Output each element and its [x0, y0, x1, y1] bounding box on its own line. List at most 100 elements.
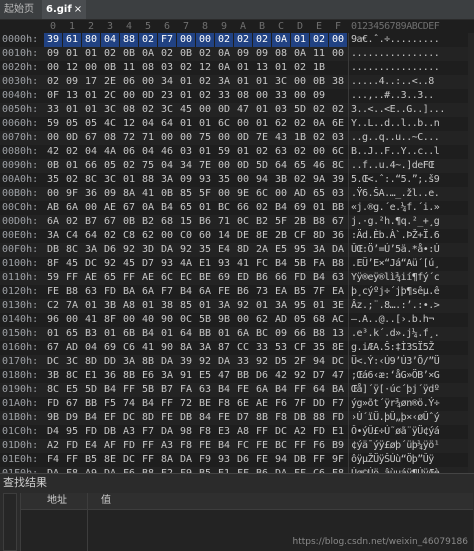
- ascii-text[interactable]: B..J..F..Y..c..l: [351, 145, 471, 159]
- hex-byte[interactable]: B8: [329, 257, 347, 271]
- hex-byte[interactable]: 04: [139, 145, 157, 159]
- hex-byte[interactable]: 09: [272, 327, 290, 341]
- hex-byte[interactable]: 01: [196, 117, 214, 131]
- hex-byte[interactable]: 41: [234, 257, 252, 271]
- hex-byte[interactable]: 3A: [215, 299, 233, 313]
- hex-byte[interactable]: AB: [44, 201, 62, 215]
- hex-byte[interactable]: 04: [101, 33, 119, 47]
- hex-byte[interactable]: 00: [234, 173, 252, 187]
- hex-byte[interactable]: 92: [177, 243, 195, 257]
- hex-byte[interactable]: C4: [63, 229, 81, 243]
- hex-byte[interactable]: 41: [139, 187, 157, 201]
- hex-byte[interactable]: 6C: [215, 117, 233, 131]
- hex-byte[interactable]: 69: [215, 271, 233, 285]
- hex-byte[interactable]: 69: [291, 201, 309, 215]
- ascii-text[interactable]: Ô•ýÛ£÷Ú˜øã¨ÿÜ¢ýá: [351, 425, 471, 439]
- hex-byte[interactable]: B2: [139, 215, 157, 229]
- hex-byte[interactable]: D4: [44, 425, 62, 439]
- hex-byte[interactable]: 73: [253, 285, 271, 299]
- hex-byte[interactable]: 90: [158, 341, 176, 355]
- hex-byte[interactable]: 96: [44, 313, 62, 327]
- hex-byte[interactable]: 67: [82, 131, 100, 145]
- hex-byte[interactable]: B5: [291, 285, 309, 299]
- hex-byte[interactable]: 11: [120, 61, 138, 75]
- hex-byte[interactable]: FC: [234, 439, 252, 453]
- hex-byte[interactable]: 8D: [82, 355, 100, 369]
- hex-byte[interactable]: 5B: [139, 383, 157, 397]
- hex-byte[interactable]: 00: [291, 75, 309, 89]
- ascii-text[interactable]: þ¸cýºj÷´jþ¶sêµ.ê: [351, 285, 471, 299]
- ascii-text[interactable]: ;Œá6‹æ:‘åG»ÖB’×G: [351, 369, 471, 383]
- hex-byte[interactable]: 2E: [101, 75, 119, 89]
- hex-byte[interactable]: 65: [177, 201, 195, 215]
- ascii-text[interactable]: ôÿµŽÜÿŠÚù“Öþ”Ûÿ: [351, 453, 471, 467]
- hex-byte[interactable]: 3A: [158, 369, 176, 383]
- hex-byte[interactable]: 64: [158, 117, 176, 131]
- hex-byte[interactable]: FF: [291, 439, 309, 453]
- hex-byte[interactable]: D7: [139, 257, 157, 271]
- hex-byte[interactable]: B4: [272, 257, 290, 271]
- hex-byte[interactable]: E5: [272, 243, 290, 257]
- hex-byte[interactable]: 66: [234, 201, 252, 215]
- hex-byte[interactable]: 04: [139, 117, 157, 131]
- hex-byte[interactable]: 02: [120, 159, 138, 173]
- hex-byte[interactable]: 7A: [63, 299, 81, 313]
- hex-byte[interactable]: E4: [82, 439, 100, 453]
- hex-byte[interactable]: 01: [177, 117, 195, 131]
- hex-byte[interactable]: B9: [329, 439, 347, 453]
- hex-byte[interactable]: E3: [215, 425, 233, 439]
- hex-byte[interactable]: F4: [44, 453, 62, 467]
- hex-byte[interactable]: E4: [215, 243, 233, 257]
- hex-byte[interactable]: 98: [177, 425, 195, 439]
- hex-byte[interactable]: 2F: [291, 355, 309, 369]
- hex-byte[interactable]: 13: [63, 89, 81, 103]
- hex-byte[interactable]: 65: [101, 271, 119, 285]
- ascii-text[interactable]: :Äd.Èb.À`.ÞŽ+Ï.6: [351, 229, 471, 243]
- hex-byte[interactable]: 00: [82, 201, 100, 215]
- hex-row[interactable]: 0130h: C2 7A 01 3B A8 01 38 85 01 3A 92 01 3A 95 01 3E Âz…: [0, 299, 474, 313]
- hex-byte[interactable]: 65: [310, 187, 328, 201]
- hex-byte[interactable]: 94: [310, 355, 328, 369]
- hex-byte[interactable]: 05: [63, 117, 81, 131]
- hex-byte[interactable]: B4: [310, 271, 328, 285]
- hex-byte[interactable]: 8C: [44, 383, 62, 397]
- hex-byte[interactable]: 67: [329, 215, 347, 229]
- hex-byte[interactable]: 72: [177, 397, 195, 411]
- hex-byte[interactable]: 61: [63, 33, 81, 47]
- hex-byte[interactable]: 01: [253, 299, 271, 313]
- hex-byte[interactable]: 7F: [310, 285, 328, 299]
- hex-byte[interactable]: 00: [158, 229, 176, 243]
- hex-byte[interactable]: 01: [63, 103, 81, 117]
- hex-byte[interactable]: B4: [139, 397, 157, 411]
- hex-byte[interactable]: 3A: [215, 75, 233, 89]
- hex-byte[interactable]: 0B: [177, 47, 195, 61]
- ascii-text[interactable]: Yÿ®eÿ®lì¾ií¶fý´c: [351, 271, 471, 285]
- hex-byte[interactable]: 6A: [44, 215, 62, 229]
- ascii-text[interactable]: –.A..@..[›.b­.h¬: [351, 313, 471, 327]
- hex-byte[interactable]: 0C: [177, 313, 195, 327]
- hex-byte[interactable]: 01: [196, 201, 214, 215]
- hex-byte[interactable]: B2: [253, 215, 271, 229]
- hex-byte[interactable]: 01: [158, 327, 176, 341]
- hex-byte[interactable]: 01: [272, 61, 290, 75]
- hex-byte[interactable]: 92: [120, 243, 138, 257]
- hex-byte[interactable]: DA: [158, 243, 176, 257]
- hex-byte[interactable]: 03: [329, 131, 347, 145]
- hex-row[interactable]: 01E0h: F4 FF B5 8E DC FF 8A DA F9 93 D6 FE 94 DB FF 9F ôÿ…: [0, 453, 474, 467]
- hex-byte[interactable]: FE: [253, 439, 271, 453]
- hex-byte[interactable]: A8: [234, 425, 252, 439]
- hex-byte[interactable]: 02: [291, 173, 309, 187]
- hex-byte[interactable]: 92: [253, 355, 271, 369]
- hex-byte[interactable]: 6E: [234, 397, 252, 411]
- hex-byte[interactable]: 64: [177, 327, 195, 341]
- hex-byte[interactable]: F7: [158, 33, 176, 47]
- hex-byte[interactable]: B4: [177, 285, 195, 299]
- hex-byte[interactable]: 64: [310, 383, 328, 397]
- hex-byte[interactable]: 43: [272, 131, 290, 145]
- hex-byte[interactable]: 01: [63, 47, 81, 61]
- hex-byte[interactable]: AC: [329, 313, 347, 327]
- hex-byte[interactable]: 4A: [101, 145, 119, 159]
- hex-byte[interactable]: 6A: [63, 201, 81, 215]
- hex-byte[interactable]: B5: [82, 453, 100, 467]
- hex-byte[interactable]: 59: [44, 271, 62, 285]
